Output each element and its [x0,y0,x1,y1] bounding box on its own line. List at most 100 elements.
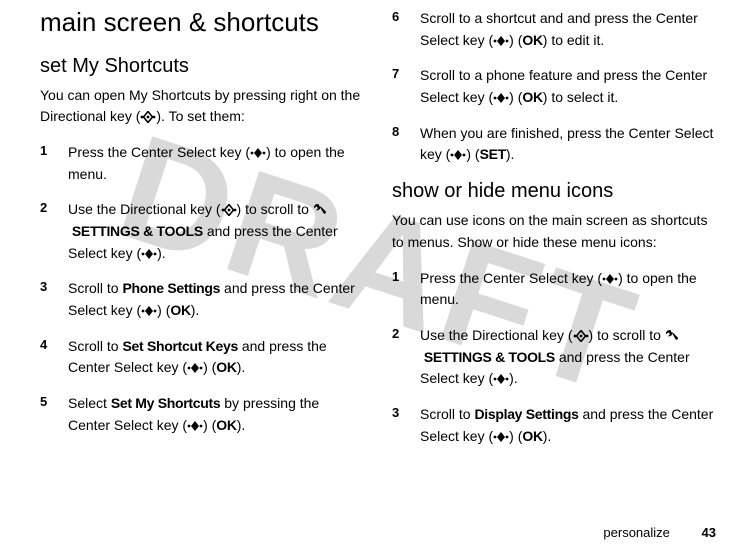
text: ). [506,146,515,162]
menu-label: Set Shortcut Keys [122,338,238,354]
text: ) ( [509,428,522,444]
step-number: 6 [392,8,420,51]
text: ). To set them: [156,108,244,124]
page-number: 43 [702,525,716,540]
intro-left: You can open My Shortcuts by pressing ri… [40,85,364,128]
ok-label: OK [522,89,542,105]
step-number: 7 [392,65,420,108]
text: Scroll to [420,406,474,422]
text: ) ( [157,302,170,318]
center-select-key-icon [493,431,509,443]
set-label: SET [480,146,506,162]
step-number: 1 [40,142,68,185]
step-r1: 1 Press the Center Select key () to open… [392,268,716,311]
column-left: main screen & shortcuts set My Shortcuts… [40,8,364,461]
center-select-key-icon [602,273,618,285]
text: ). [191,302,200,318]
step-number: 5 [40,393,68,436]
text: Use the Directional key ( [420,327,573,343]
menu-label: SETTINGS & TOOLS [72,223,203,239]
text: ). [543,428,552,444]
text: Select [68,395,111,411]
text: ) to scroll to [237,201,313,217]
step-number: 3 [392,404,420,447]
heading-show-hide-icons: show or hide menu icons [392,180,716,202]
tool-icon [313,203,327,217]
text: ) ( [203,359,216,375]
step-body: Scroll to a phone feature and press the … [420,65,716,108]
step-body: Use the Directional key () to scroll to … [420,325,716,390]
heading-set-shortcuts: set My Shortcuts [40,55,364,77]
tool-icon [665,329,679,343]
step-body: Scroll to Set Shortcut Keys and press th… [68,336,364,379]
text: ) ( [466,146,479,162]
step-r3: 3 Scroll to Display Settings and press t… [392,404,716,447]
step-body: When you are finished, press the Center … [420,123,716,166]
step-7: 7 Scroll to a phone feature and press th… [392,65,716,108]
text: ) ( [509,89,522,105]
text: ) ( [509,32,522,48]
directional-key-icon [221,204,237,216]
two-column-layout: main screen & shortcuts set My Shortcuts… [40,8,716,461]
text: Use the Directional key ( [68,201,221,217]
center-select-key-icon [450,149,466,161]
center-select-key-icon [187,362,203,374]
step-body: Use the Directional key () to scroll to … [68,199,364,264]
text: ) ( [203,417,216,433]
center-select-key-icon [493,35,509,47]
intro-right: You can use icons on the main screen as … [392,210,716,253]
text: ). [157,245,166,261]
menu-label: Phone Settings [122,280,220,296]
step-8: 8 When you are finished, press the Cente… [392,123,716,166]
text: Press the Center Select key ( [420,270,602,286]
menu-label: Display Settings [474,406,578,422]
center-select-key-icon [141,248,157,260]
center-select-key-icon [493,373,509,385]
step-body: Press the Center Select key () to open t… [420,268,716,311]
step-number: 3 [40,278,68,321]
center-select-key-icon [187,420,203,432]
ok-label: OK [170,302,190,318]
menu-label: SETTINGS & TOOLS [424,349,555,365]
step-4: 4 Scroll to Set Shortcut Keys and press … [40,336,364,379]
step-2: 2 Use the Directional key ( ) to scroll t… [40,199,364,264]
text: Scroll to [68,338,122,354]
step-6: 6 Scroll to a shortcut and and press the… [392,8,716,51]
step-body: Select Set My Shortcuts by pressing the … [68,393,364,436]
section-name: personalize [603,525,670,540]
ok-label: OK [522,32,542,48]
step-number: 2 [40,199,68,264]
step-r2: 2 Use the Directional key ( ) to scroll t… [392,325,716,390]
ok-label: OK [522,428,542,444]
ok-label: OK [216,359,236,375]
text: ). [237,417,246,433]
directional-key-icon [140,111,156,123]
text: Scroll to [68,280,122,296]
heading-main: main screen & shortcuts [40,8,364,37]
text: ) to scroll to [589,327,665,343]
center-select-key-icon [141,305,157,317]
step-number: 1 [392,268,420,311]
directional-key-icon [573,330,589,342]
center-select-key-icon [493,92,509,104]
column-right: 6 Scroll to a shortcut and and press the… [392,8,716,461]
footer: personalize 43 [603,525,716,540]
text: ) to select it. [543,89,618,105]
step-number: 8 [392,123,420,166]
text: Press the Center Select key ( [68,144,250,160]
step-number: 2 [392,325,420,390]
menu-label: Set My Shortcuts [111,395,221,411]
step-body: Scroll to Display Settings and press the… [420,404,716,447]
step-number: 4 [40,336,68,379]
text: ). [237,359,246,375]
step-1: 1 Press the Center Select key () to open… [40,142,364,185]
center-select-key-icon [250,147,266,159]
text: ). [509,370,518,386]
step-5: 5 Select Set My Shortcuts by pressing th… [40,393,364,436]
step-body: Press the Center Select key () to open t… [68,142,364,185]
ok-label: OK [216,417,236,433]
step-body: Scroll to Phone Settings and press the C… [68,278,364,321]
text: ) to edit it. [543,32,604,48]
step-3: 3 Scroll to Phone Settings and press the… [40,278,364,321]
step-body: Scroll to a shortcut and and press the C… [420,8,716,51]
